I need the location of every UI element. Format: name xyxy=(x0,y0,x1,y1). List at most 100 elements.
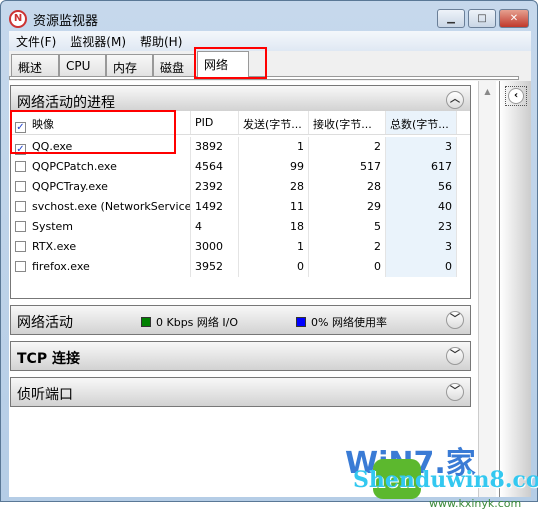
network-usage-indicator: 0% 网络使用率 xyxy=(296,314,387,330)
cell-text: svchost.exe (NetworkService) xyxy=(32,200,191,213)
cell-recv: 5 xyxy=(309,217,386,237)
process-checkbox[interactable] xyxy=(15,241,26,252)
process-checkbox[interactable] xyxy=(15,221,26,232)
cell-total: 3 xyxy=(386,137,457,157)
chevron-up-icon[interactable]: ︿ xyxy=(446,91,464,109)
process-checkbox[interactable] xyxy=(15,201,26,212)
section-title: TCP 连接 xyxy=(17,351,80,367)
cell-image: firefox.exe xyxy=(11,257,191,277)
section-title: 侦听端口 xyxy=(17,387,73,403)
cell-total: 3 xyxy=(386,237,457,257)
cell-image: svchost.exe (NetworkService) xyxy=(11,197,191,217)
cell-image: QQPCPatch.exe xyxy=(11,157,191,177)
highlight-box xyxy=(194,47,267,79)
process-checkbox[interactable] xyxy=(15,161,26,172)
cell-recv: 29 xyxy=(309,197,386,217)
tab-cpu[interactable]: CPU xyxy=(59,54,106,76)
cell-pid: 3000 xyxy=(191,237,239,257)
cell-text: 28 xyxy=(367,180,381,193)
cell-pid: 3952 xyxy=(191,257,239,277)
column-pid[interactable]: PID xyxy=(191,111,239,134)
title-bar: N 资源监视器 xyxy=(9,9,98,29)
chevron-down-icon[interactable]: ﹀ xyxy=(446,347,464,365)
cell-send: 99 xyxy=(239,157,309,177)
column-recv[interactable]: 接收(字节... xyxy=(309,111,386,134)
table-row[interactable]: QQPCTray.exe 2392 28 28 56 xyxy=(11,177,470,197)
client-area: 概述 CPU 内存 磁盘 网络 网络活动的进程 ︿ ✓ 映像 PID 发送(字节.… xyxy=(9,47,538,510)
cell-send: 18 xyxy=(239,217,309,237)
window: N 资源监视器 ▁ □ ✕ 文件(F) 监视器(M) 帮助(H) 概述 CPU … xyxy=(0,0,538,510)
column-send[interactable]: 发送(字节... xyxy=(239,111,309,134)
cell-text: QQPCTray.exe xyxy=(32,180,108,193)
cell-text: System xyxy=(32,220,74,233)
blue-square-icon xyxy=(296,317,306,327)
process-checkbox[interactable] xyxy=(15,261,26,272)
cell-total: 0 xyxy=(386,257,457,277)
minimize-button[interactable]: ▁ xyxy=(437,9,465,28)
maximize-button[interactable]: □ xyxy=(468,9,496,28)
section-network-activity[interactable]: 网络活动 0 Kbps 网络 I/O 0% 网络使用率 ﹀ xyxy=(10,305,471,335)
section-title: 网络活动 xyxy=(17,315,73,331)
process-checkbox[interactable] xyxy=(15,181,26,192)
table-row[interactable]: RTX.exe 3000 1 2 3 xyxy=(11,237,470,257)
cell-text: 1 xyxy=(297,140,304,153)
tab-memory[interactable]: 内存 xyxy=(106,54,153,76)
vertical-scrollbar[interactable]: ▲ xyxy=(478,81,496,497)
window-title: 资源监视器 xyxy=(33,13,99,29)
cell-recv: 2 xyxy=(309,137,386,157)
cell-text: 99 xyxy=(290,160,304,173)
cell-text: 29 xyxy=(367,200,381,213)
table-row[interactable]: firefox.exe 3952 0 0 0 xyxy=(11,257,470,277)
cell-recv: 517 xyxy=(309,157,386,177)
cell-image: RTX.exe xyxy=(11,237,191,257)
cell-text: 517 xyxy=(360,160,381,173)
cell-text: 3952 xyxy=(195,260,223,273)
tab-bar: 概述 CPU 内存 磁盘 网络 xyxy=(9,51,531,81)
cell-text: 2 xyxy=(374,140,381,153)
collapse-panel-button[interactable]: ‹ xyxy=(505,86,527,106)
chevron-down-icon[interactable]: ﹀ xyxy=(446,383,464,401)
cell-text: firefox.exe xyxy=(32,260,90,273)
network-usage-label: 0% 网络使用率 xyxy=(311,316,387,329)
menu-help[interactable]: 帮助(H) xyxy=(140,33,182,50)
cell-text: 2 xyxy=(374,240,381,253)
cell-image: QQPCTray.exe xyxy=(11,177,191,197)
table-row[interactable]: svchost.exe (NetworkService) 1492 11 29 40 xyxy=(11,197,470,217)
cell-pid: 3892 xyxy=(191,137,239,157)
cell-text: 40 xyxy=(438,200,452,213)
table-row[interactable]: QQPCPatch.exe 4564 99 517 617 xyxy=(11,157,470,177)
column-total[interactable]: 总数(字节... xyxy=(386,111,457,134)
cell-total: 23 xyxy=(386,217,457,237)
cell-send: 28 xyxy=(239,177,309,197)
cell-text: 3892 xyxy=(195,140,223,153)
highlight-box xyxy=(10,110,176,154)
cell-total: 56 xyxy=(386,177,457,197)
cell-text: 1492 xyxy=(195,200,223,213)
cell-send: 11 xyxy=(239,197,309,217)
menu-monitor[interactable]: 监视器(M) xyxy=(70,33,126,50)
cell-text: 3000 xyxy=(195,240,223,253)
green-square-icon xyxy=(141,317,151,327)
menu-file[interactable]: 文件(F) xyxy=(16,33,56,50)
cell-pid: 2392 xyxy=(191,177,239,197)
cell-text: 4 xyxy=(195,220,202,233)
section-processes[interactable]: 网络活动的进程 ︿ xyxy=(10,85,471,112)
network-io-label: 0 Kbps 网络 I/O xyxy=(156,316,239,329)
resource-monitor-icon: N xyxy=(9,10,27,28)
cell-text: 18 xyxy=(290,220,304,233)
cell-recv: 2 xyxy=(309,237,386,257)
tab-disk[interactable]: 磁盘 xyxy=(153,54,195,76)
close-button[interactable]: ✕ xyxy=(499,9,529,28)
table-row[interactable]: System 4 18 5 23 xyxy=(11,217,470,237)
section-tcp[interactable]: TCP 连接 ﹀ xyxy=(10,341,471,371)
cell-text: 0 xyxy=(297,260,304,273)
section-listening-ports[interactable]: 侦听端口 ﹀ xyxy=(10,377,471,407)
cell-text: 4564 xyxy=(195,160,223,173)
tab-overview[interactable]: 概述 xyxy=(11,54,59,76)
cell-text: 0 xyxy=(445,260,452,273)
cell-text: 5 xyxy=(374,220,381,233)
chevron-down-icon[interactable]: ﹀ xyxy=(446,311,464,329)
cell-text: 11 xyxy=(290,200,304,213)
cell-send: 1 xyxy=(239,237,309,257)
cell-text: 1 xyxy=(297,240,304,253)
